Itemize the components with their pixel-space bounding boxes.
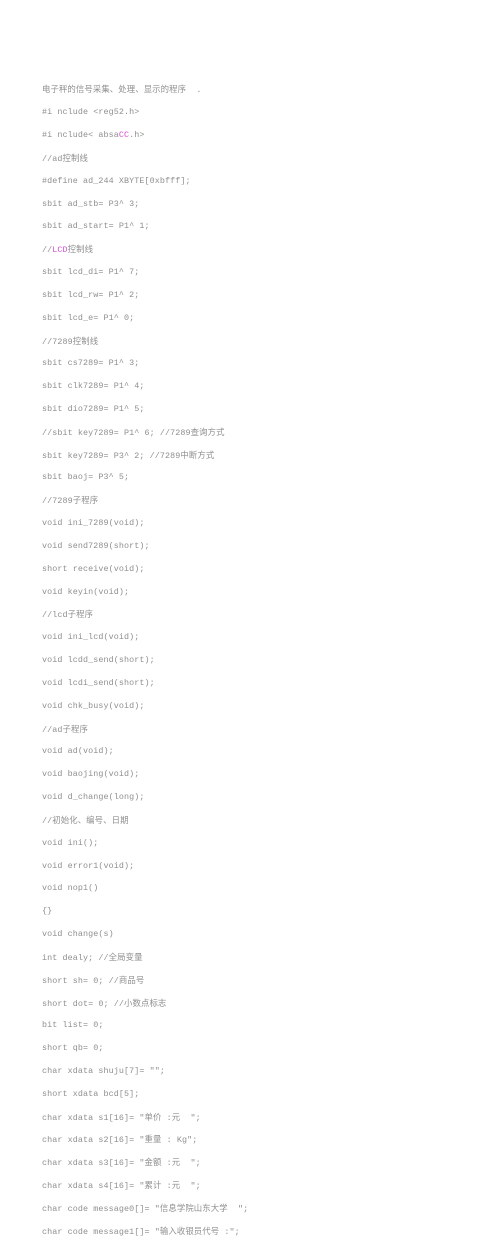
- code-line: char xdata s1[16]= "单价 :元 ";: [42, 1111, 201, 1123]
- code-line: sbit baoj= P3^ 5;: [42, 472, 130, 483]
- cjk-run: 商品号: [118, 974, 145, 985]
- code-line: void ad(void);: [42, 746, 114, 757]
- cjk-run: 金额: [144, 1157, 162, 1168]
- cjk-run: 元: [171, 1157, 181, 1168]
- code-line: void change(s): [42, 929, 114, 940]
- cjk-run: 电子秤的信号采集、处理、显示的程序: [42, 84, 187, 95]
- code-line: void ini_7289(void);: [42, 518, 145, 529]
- code-line: #define ad_244 XBYTE[0xbfff];: [42, 175, 191, 186]
- code-line: char code message1[]= "输入收银员代号 :";: [42, 1225, 240, 1237]
- code-line: short qb= 0;: [42, 1043, 104, 1054]
- code-line: void d_change(long);: [42, 792, 145, 803]
- cjk-run: 控制线: [67, 244, 94, 255]
- code-line: //7289子程序: [42, 495, 99, 507]
- code-line: void chk_busy(void);: [42, 700, 145, 711]
- cjk-run: 元: [171, 1111, 181, 1122]
- cjk-run: 累计: [144, 1180, 162, 1191]
- cjk-run: 查询方式: [190, 426, 225, 437]
- code-line: #i nclude< absaCC.h>: [42, 130, 145, 141]
- code-line: void nop1(): [42, 883, 99, 894]
- code-line: //lcd子程序: [42, 609, 94, 621]
- cjk-run: 重量: [144, 1134, 162, 1145]
- code-line: int dealy; //全局变量: [42, 951, 143, 963]
- code-line: sbit clk7289= P1^ 4;: [42, 381, 145, 392]
- code-line: sbit lcd_rw= P1^ 2;: [42, 289, 140, 300]
- code-line: short dot= 0; //小数点标志: [42, 997, 167, 1009]
- document-page: 电子秤的信号采集、处理、显示的程序 . #i nclude <reg52.h> …: [0, 0, 504, 1237]
- code-line: //LCD控制线: [42, 244, 94, 256]
- code-line: 电子秤的信号采集、处理、显示的程序 .: [42, 84, 202, 96]
- cjk-run: 控制线: [72, 335, 99, 346]
- cjk-run: 子程序: [67, 609, 94, 620]
- code-line: #i nclude <reg52.h>: [42, 107, 140, 118]
- code-line: char xdata s2[16]= "重量 : Kg";: [42, 1134, 198, 1146]
- code-line: sbit lcd_di= P1^ 7;: [42, 267, 140, 278]
- code-line: sbit lcd_e= P1^ 0;: [42, 312, 135, 323]
- cjk-run: 元: [171, 1180, 181, 1191]
- code-line: void keyin(void);: [42, 586, 130, 597]
- source-code-listing: 电子秤的信号采集、处理、显示的程序 . #i nclude <reg52.h> …: [42, 84, 482, 1248]
- cjk-run: 子程序: [72, 495, 99, 506]
- code-line: //ad控制线: [42, 152, 88, 164]
- cjk-run: 中断方式: [180, 449, 215, 460]
- code-line: //sbit key7289= P1^ 6; //7289查询方式: [42, 426, 225, 438]
- code-line: {}: [42, 906, 53, 917]
- code-line: sbit cs7289= P1^ 3;: [42, 358, 140, 369]
- code-line: sbit key7289= P3^ 2; //7289中断方式: [42, 449, 215, 461]
- code-line: char xdata s3[16]= "金额 :元 ";: [42, 1157, 201, 1169]
- code-line: void lcdd_send(short);: [42, 655, 155, 666]
- cjk-run: 控制线: [62, 152, 88, 163]
- cjk-run: 信息学院山东大学: [159, 1202, 228, 1213]
- code-line: //初始化、编号、日期: [42, 814, 129, 826]
- cjk-run: 输入收银员代号: [159, 1225, 220, 1236]
- code-line: char xdata s4[16]= "累计 :元 ";: [42, 1180, 201, 1192]
- code-line: sbit ad_stb= P3^ 3;: [42, 198, 140, 209]
- code-line: sbit ad_start= P1^ 1;: [42, 221, 150, 232]
- code-line: short receive(void);: [42, 563, 145, 574]
- code-line: void error1(void);: [42, 860, 135, 871]
- code-line: void lcdi_send(short);: [42, 677, 155, 688]
- code-line: void ini_lcd(void);: [42, 632, 140, 643]
- code-line: void ini();: [42, 837, 99, 848]
- code-line: char code message0[]= "信息学院山东大学 ";: [42, 1202, 249, 1214]
- code-line: short xdata bcd[5];: [42, 1088, 140, 1099]
- cjk-run: 初始化、编号、日期: [52, 814, 129, 825]
- code-line: //ad子程序: [42, 723, 88, 735]
- code-line: sbit dio7289= P1^ 5;: [42, 403, 145, 414]
- code-line: void send7289(short);: [42, 540, 150, 551]
- highlighted-token: LCD: [52, 245, 68, 256]
- code-line: //7289控制线: [42, 335, 99, 347]
- code-line: bit list= 0;: [42, 1020, 104, 1031]
- code-line: void baojing(void);: [42, 769, 140, 780]
- code-line: short sh= 0; //商品号: [42, 974, 145, 986]
- cjk-run: 小数点标志: [124, 997, 167, 1008]
- highlighted-token: CC: [118, 130, 130, 141]
- cjk-run: 子程序: [62, 723, 88, 734]
- cjk-run: 全局变量: [108, 951, 143, 962]
- cjk-run: 单价: [144, 1111, 162, 1122]
- code-line: char xdata shuju[7]= "";: [42, 1066, 166, 1076]
